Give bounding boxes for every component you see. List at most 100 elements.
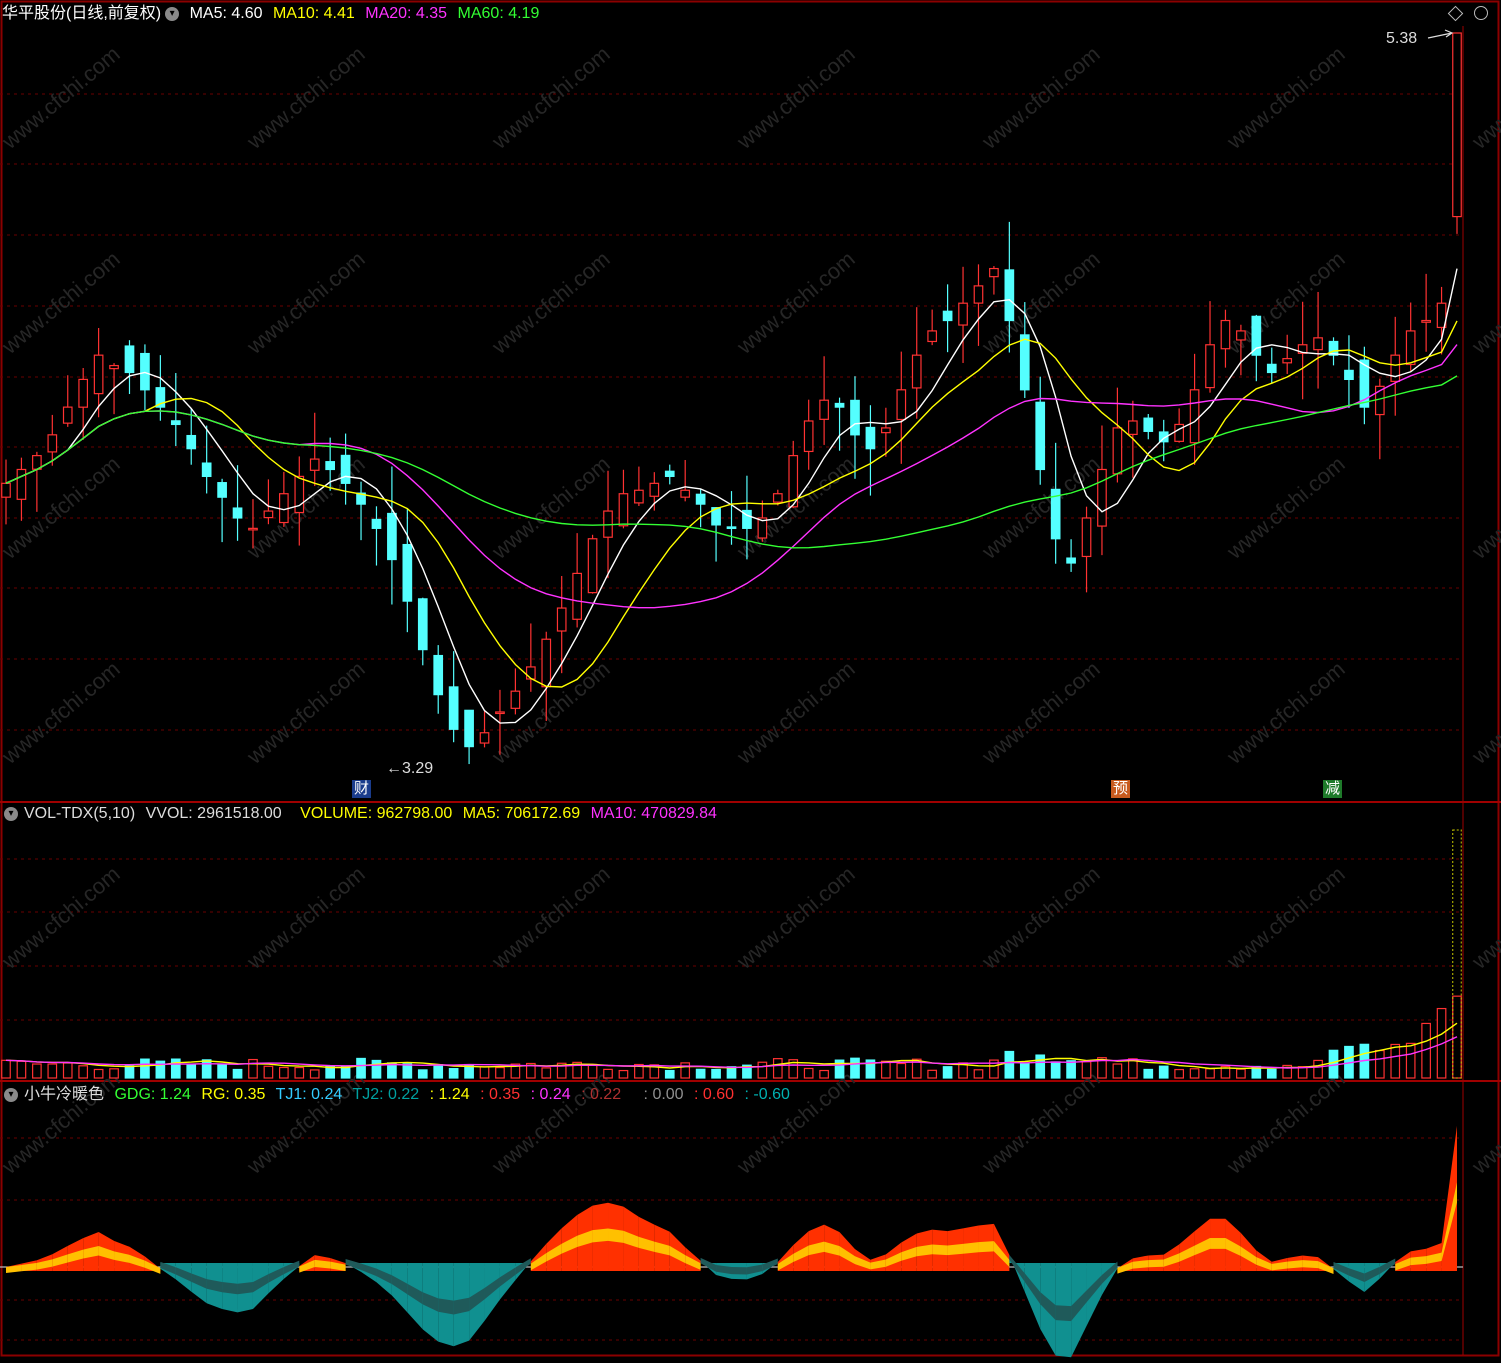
candle [1205,301,1215,393]
candle [1189,353,1200,465]
svg-text:www.cfchi.com: www.cfchi.com [731,656,859,769]
candle [1,459,11,525]
ma5-label: MA5: 4.60 [189,5,263,22]
svg-text:www.cfchi.com: www.cfchi.com [976,656,1104,769]
event-tag-forecast[interactable]: 预 [1111,780,1131,798]
candle [1112,387,1123,483]
v7-label: : -0.60 [744,1086,790,1103]
candle [989,266,999,295]
candle [448,651,459,743]
candle [433,645,444,714]
chart-window: www.cfchi.com www.cfchi.com www.cfchi.com w… [0,0,1501,1358]
svg-text:www.cfchi.com: www.cfchi.com [1221,451,1349,564]
candle [479,711,490,748]
candle [973,264,984,346]
candle [1313,291,1323,389]
svg-text:www.cfchi.com: www.cfchi.com [731,861,859,974]
svg-text:www.cfchi.com: www.cfchi.com [1466,861,1501,974]
tj2-label: TJ2: 0.22 [352,1086,420,1103]
event-tag-financial[interactable]: 财 [352,780,372,798]
candle [1282,334,1293,374]
svg-text:www.cfchi.com: www.cfchi.com [0,41,125,154]
ma20-label: MA20: 4.35 [365,5,448,22]
candle [572,533,582,628]
v4-label: : 0.22 [581,1086,622,1103]
ma60-label: MA60: 4.19 [457,5,540,22]
candle [695,488,706,528]
candle [1174,408,1184,443]
svg-text:www.cfchi.com: www.cfchi.com [1221,656,1349,769]
svg-text:www.cfchi.com: www.cfchi.com [486,861,614,974]
candle [1421,273,1431,352]
candle [1266,347,1277,384]
candle [62,375,73,427]
candle [1066,539,1076,572]
svg-text:www.cfchi.com: www.cfchi.com [241,246,369,359]
candle [1344,335,1354,408]
v1-label: : 1.24 [429,1086,470,1103]
stock-title[interactable]: 华平股份(日线,前复权) [2,5,161,22]
candle [1297,301,1308,400]
price-panel-header: 华平股份(日线,前复权) ▾ MA5: 4.60 MA10: 4.41 MA20:… [2,3,545,25]
svg-text:www.cfchi.com: www.cfchi.com [241,861,369,974]
svg-text:www.cfchi.com: www.cfchi.com [731,41,859,154]
candle [587,534,598,594]
candle [124,340,135,395]
candle [140,344,150,411]
candle [834,397,845,451]
candle [201,425,212,494]
event-tag-reduction[interactable]: 减 [1323,780,1343,798]
volume-panel-header: ▾ VOL-TDX(5,10) VVOL: 2961518.00 VOLUME: … [2,803,723,825]
settings-circle-icon[interactable] [1474,6,1488,20]
candle [1390,316,1401,416]
candle [680,460,691,502]
candle [711,507,721,562]
candle [1143,414,1154,440]
volume-ma10-line [5,1036,1458,1069]
indicator-title[interactable]: 小牛冷暖色 [24,1086,104,1103]
vol-ma5-label: MA5: 706172.69 [462,805,581,822]
v6-label: : 0.60 [694,1086,735,1103]
indicator-panel-menu-icon[interactable]: ▾ [4,1087,18,1102]
candle [263,479,274,525]
volume-ma5-line [5,1022,1458,1070]
svg-text:www.cfchi.com: www.cfchi.com [0,246,125,359]
chart-canvas: www.cfchi.com www.cfchi.com www.cfchi.com w… [0,0,1501,1358]
candle [417,597,428,666]
volume-menu-icon[interactable]: ▾ [4,806,18,821]
vol-ma10-label: MA10: 470829.84 [590,805,717,822]
svg-text:www.cfchi.com: www.cfchi.com [1466,246,1501,359]
candle [1050,442,1061,564]
svg-text:www.cfchi.com: www.cfchi.com [731,246,859,359]
ma10-line [5,320,1458,688]
indicator-menu-icon[interactable]: ▾ [165,6,180,21]
tj1-label: TJ1: 0.24 [275,1086,343,1103]
candle [865,405,876,496]
candle [402,508,413,633]
vol-title[interactable]: VOL-TDX(5,10) [24,805,135,822]
high-price-label: 5.38 [1386,30,1418,47]
indicator-panel-header: ▾ 小牛冷暖色 GDG: 1.24 RG: 0.35 TJ1: 0.24 TJ2:… [2,1084,796,1106]
candle [371,506,382,566]
svg-text:www.cfchi.com: www.cfchi.com [1466,41,1501,154]
v5-label: : 0.00 [643,1086,684,1103]
svg-text:www.cfchi.com: www.cfchi.com [486,41,614,154]
candle [788,440,799,509]
rg-label: RG: 0.35 [201,1086,266,1103]
candle [356,481,366,541]
svg-text:www.cfchi.com: www.cfchi.com [1221,41,1349,154]
svg-text:www.cfchi.com: www.cfchi.com [0,656,125,769]
svg-text:www.cfchi.com: www.cfchi.com [1221,1066,1349,1179]
svg-text:www.cfchi.com: www.cfchi.com [0,861,125,974]
svg-text:www.cfchi.com: www.cfchi.com [976,861,1104,974]
gdg-label: GDG: 1.24 [114,1086,191,1103]
candle [649,472,660,511]
svg-text:www.cfchi.com: www.cfchi.com [976,41,1104,154]
high-arrow-icon [1427,29,1454,39]
candle [958,266,968,363]
candle [186,409,197,465]
ma20-line [5,344,1458,609]
vvol-label: VVOL: 2961518.00 [145,805,282,822]
svg-text:www.cfchi.com: www.cfchi.com [241,41,369,154]
v2-label: : 0.35 [480,1086,521,1103]
